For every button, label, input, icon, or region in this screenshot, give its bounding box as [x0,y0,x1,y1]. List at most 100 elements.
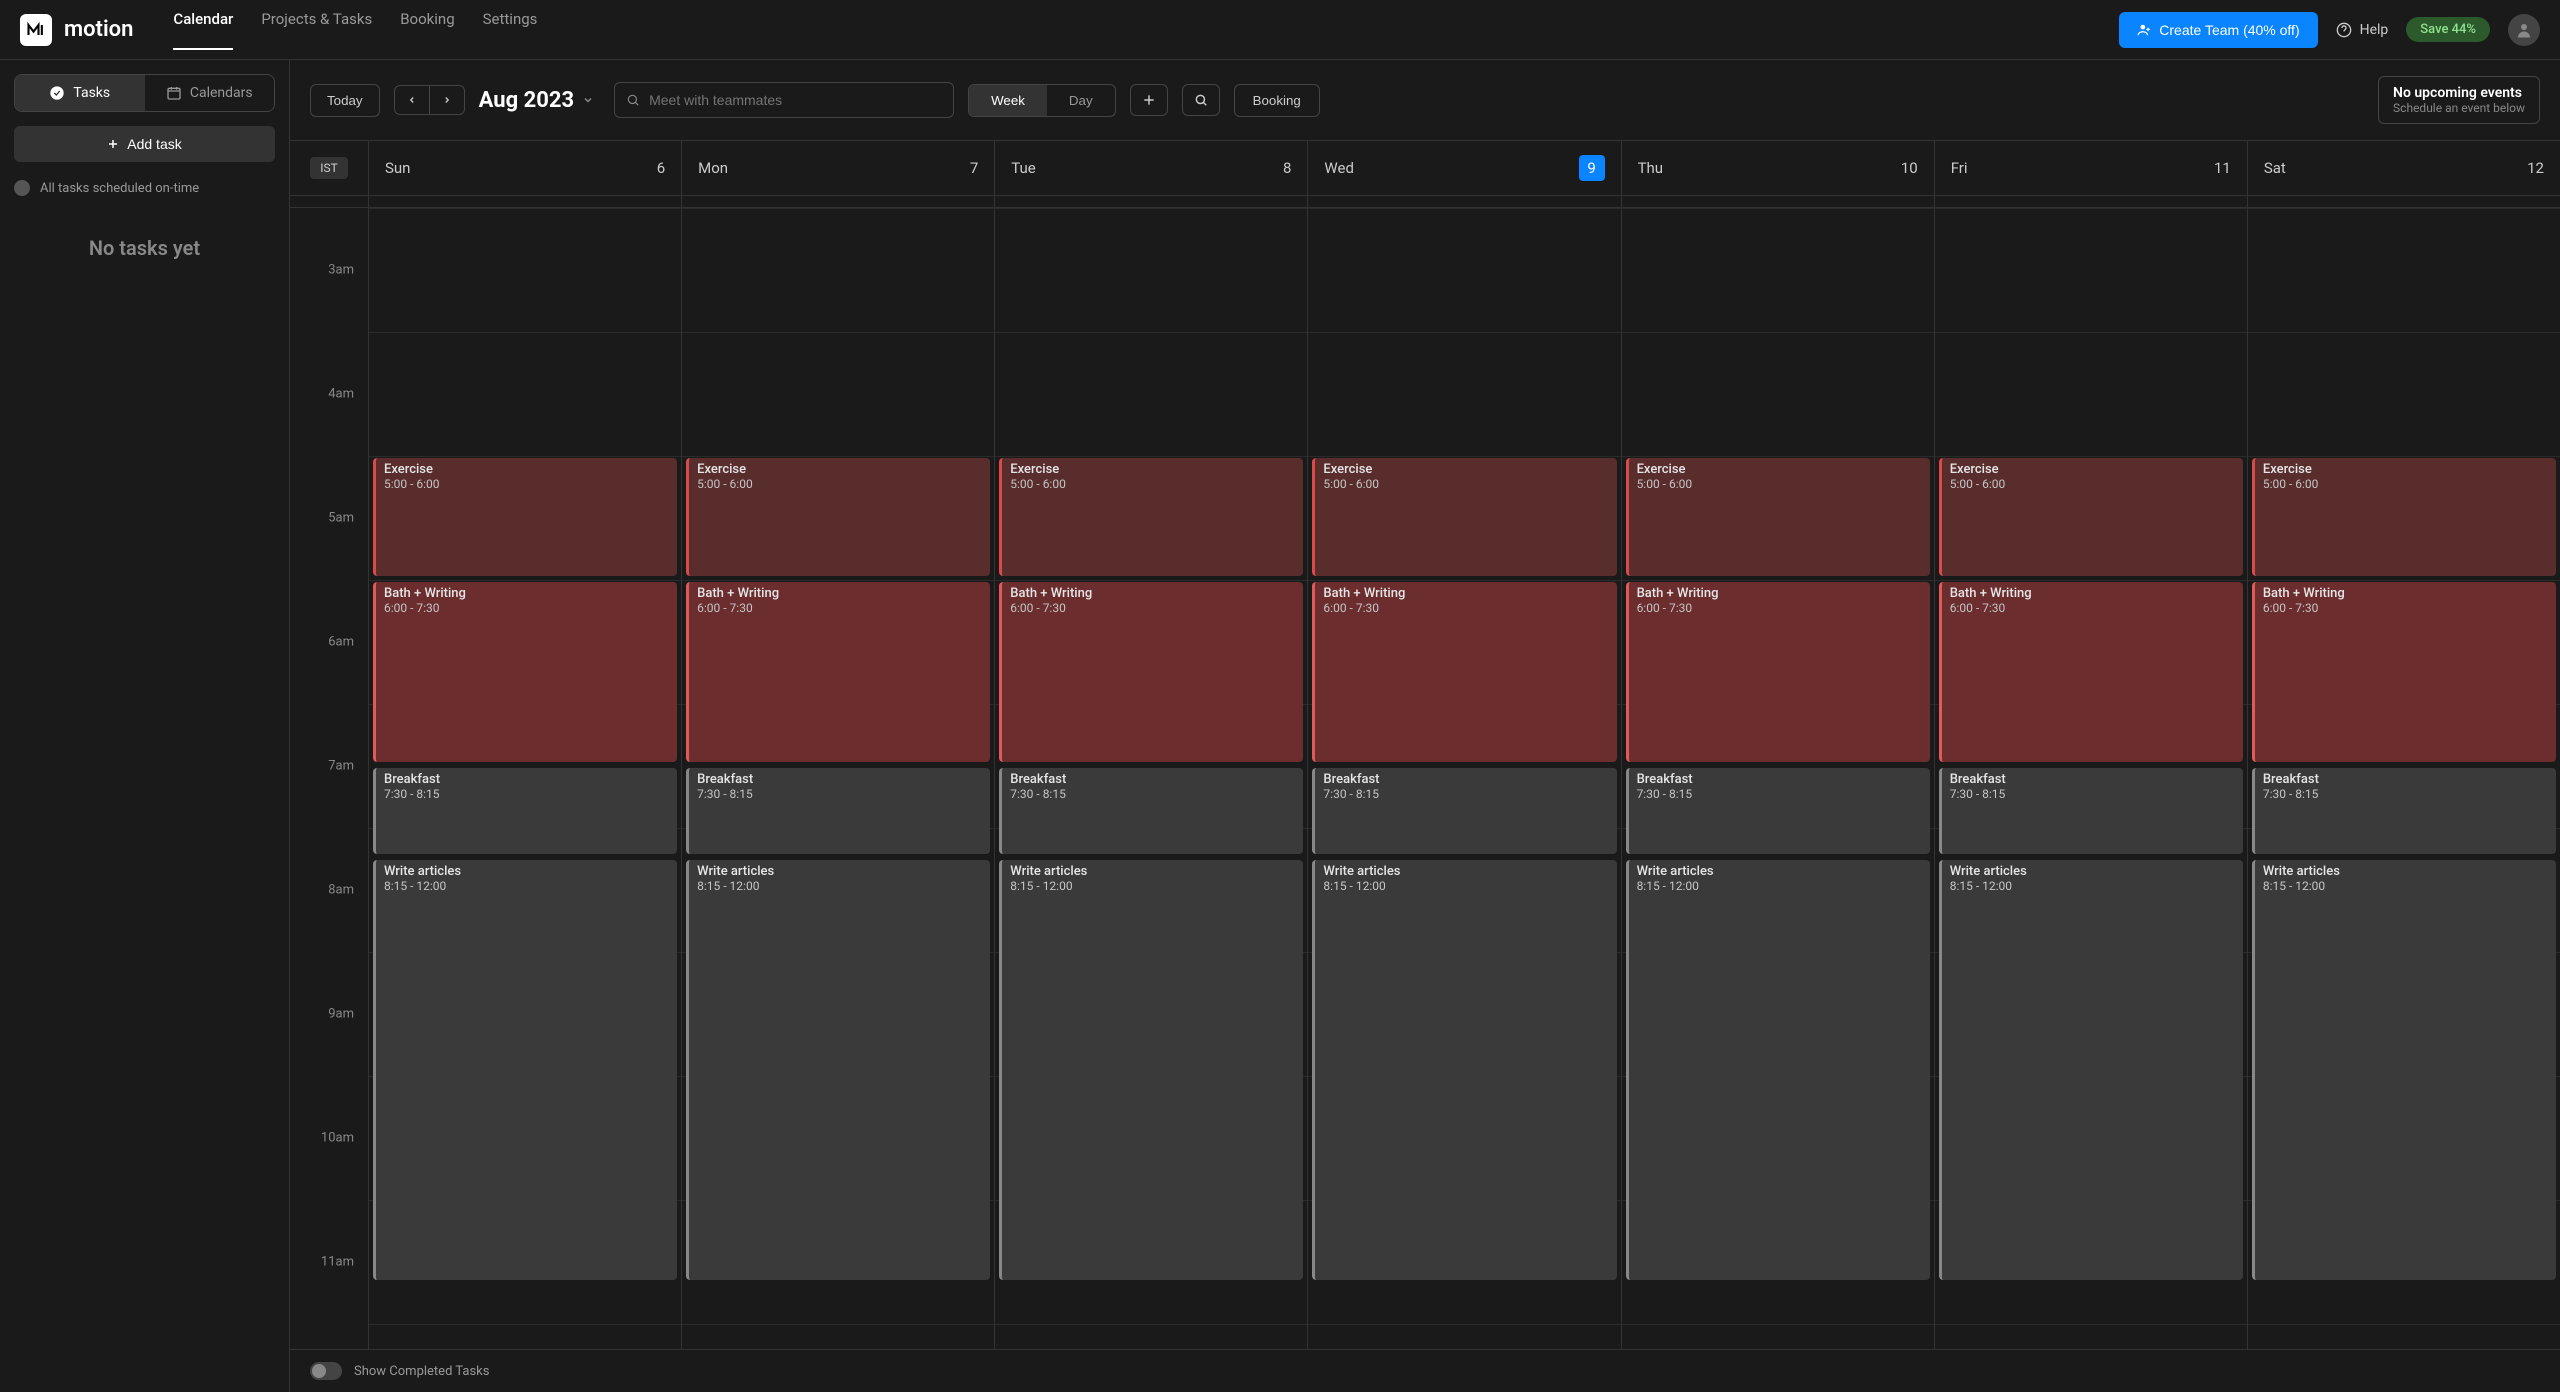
view-week-button[interactable]: Week [969,85,1047,116]
day-number: 8 [1283,159,1291,177]
calendar-event[interactable]: Write articles 8:15 - 12:00 [2252,860,2556,1280]
event-time: 6:00 - 7:30 [1637,601,1922,615]
show-completed-label: Show Completed Tasks [354,1364,489,1379]
event-title: Bath + Writing [1950,586,2235,601]
event-time: 8:15 - 12:00 [697,879,982,893]
calendar-event[interactable]: Breakfast 7:30 - 8:15 [999,768,1303,854]
booking-button[interactable]: Booking [1234,84,1320,117]
event-title: Exercise [1323,462,1608,477]
meet-input[interactable] [614,82,954,118]
calendar-event[interactable]: Write articles 8:15 - 12:00 [1312,860,1616,1280]
calendar-event[interactable]: Write articles 8:15 - 12:00 [1626,860,1930,1280]
hour-label: 9am [328,1007,354,1022]
calendar-event[interactable]: Breakfast 7:30 - 8:15 [1939,768,2243,854]
brand-name: motion [64,17,133,42]
create-team-button[interactable]: Create Team (40% off) [2119,12,2317,48]
upcoming-events-panel: No upcoming events Schedule an event bel… [2378,76,2540,124]
upcoming-subtitle: Schedule an event below [2393,101,2525,115]
event-title: Bath + Writing [697,586,982,601]
calendar-event[interactable]: Exercise 5:00 - 6:00 [373,458,677,576]
event-time: 6:00 - 7:30 [384,601,669,615]
calendar-event[interactable]: Breakfast 7:30 - 8:15 [1312,768,1616,854]
calendar-event[interactable]: Write articles 8:15 - 12:00 [1939,860,2243,1280]
hour-label: 11am [321,1255,354,1270]
hour-label: 7am [328,759,354,774]
nav-projects[interactable]: Projects & Tasks [261,10,372,50]
prev-week-button[interactable] [395,86,430,114]
day-column[interactable]: Exercise 5:00 - 6:00Bath + Writing 6:00 … [1934,208,2247,1349]
calendar-event[interactable]: Exercise 5:00 - 6:00 [999,458,1303,576]
calendar-event[interactable]: Exercise 5:00 - 6:00 [1939,458,2243,576]
event-time: 5:00 - 6:00 [1323,477,1608,491]
day-column[interactable]: Exercise 5:00 - 6:00Bath + Writing 6:00 … [368,208,681,1349]
day-column[interactable]: Exercise 5:00 - 6:00Bath + Writing 6:00 … [994,208,1307,1349]
event-time: 5:00 - 6:00 [1010,477,1295,491]
view-day-button[interactable]: Day [1047,85,1115,116]
today-button[interactable]: Today [310,84,380,117]
next-week-button[interactable] [430,86,464,114]
event-title: Write articles [1950,864,2235,879]
timezone-badge[interactable]: IST [310,157,348,179]
day-number: 12 [2527,159,2544,177]
nav-calendar[interactable]: Calendar [173,10,233,50]
calendar-event[interactable]: Write articles 8:15 - 12:00 [373,860,677,1280]
search-button[interactable] [1182,84,1220,116]
day-name: Thu [1638,159,1663,177]
nav-booking[interactable]: Booking [400,10,454,50]
sidebar-tab-calendars[interactable]: Calendars [145,75,275,111]
event-title: Write articles [2263,864,2548,879]
no-tasks-message: No tasks yet [14,236,275,260]
add-event-button[interactable] [1130,84,1168,116]
event-time: 7:30 - 8:15 [1950,787,2235,801]
date-picker[interactable]: Aug 2023 [479,88,595,113]
calendar-event[interactable]: Exercise 5:00 - 6:00 [686,458,990,576]
calendar-event[interactable]: Breakfast 7:30 - 8:15 [373,768,677,854]
day-column[interactable]: Exercise 5:00 - 6:00Bath + Writing 6:00 … [1621,208,1934,1349]
event-time: 6:00 - 7:30 [1950,601,2235,615]
event-title: Breakfast [2263,772,2548,787]
calendar-event[interactable]: Breakfast 7:30 - 8:15 [1626,768,1930,854]
day-header: Sat 12 [2247,141,2560,195]
event-title: Exercise [1010,462,1295,477]
help-link[interactable]: Help [2336,22,2389,38]
calendar-event[interactable]: Write articles 8:15 - 12:00 [999,860,1303,1280]
day-column[interactable]: Exercise 5:00 - 6:00Bath + Writing 6:00 … [2247,208,2560,1349]
calendar-event[interactable]: Bath + Writing 6:00 - 7:30 [999,582,1303,762]
calendar-event[interactable]: Exercise 5:00 - 6:00 [1312,458,1616,576]
hour-label: 4am [328,387,354,402]
day-column[interactable]: Exercise 5:00 - 6:00Bath + Writing 6:00 … [1307,208,1620,1349]
plus-icon [107,138,119,150]
calendar-event[interactable]: Exercise 5:00 - 6:00 [2252,458,2556,576]
calendar-event[interactable]: Bath + Writing 6:00 - 7:30 [373,582,677,762]
event-title: Bath + Writing [2263,586,2548,601]
nav-settings[interactable]: Settings [483,10,538,50]
day-header: Thu 10 [1621,141,1934,195]
add-task-button[interactable]: Add task [14,126,275,162]
task-status-text: All tasks scheduled on-time [40,181,199,196]
day-number: 10 [1901,159,1918,177]
event-title: Bath + Writing [1637,586,1922,601]
event-title: Write articles [384,864,669,879]
calendar-event[interactable]: Breakfast 7:30 - 8:15 [2252,768,2556,854]
hour-label: 10am [321,1131,354,1146]
help-icon [2336,22,2352,38]
calendar-event[interactable]: Write articles 8:15 - 12:00 [686,860,990,1280]
event-time: 7:30 - 8:15 [1637,787,1922,801]
calendar-event[interactable]: Bath + Writing 6:00 - 7:30 [1626,582,1930,762]
calendar-event[interactable]: Bath + Writing 6:00 - 7:30 [1939,582,2243,762]
status-indicator-icon [14,180,30,196]
calendar-event[interactable]: Bath + Writing 6:00 - 7:30 [686,582,990,762]
calendar-event[interactable]: Bath + Writing 6:00 - 7:30 [1312,582,1616,762]
event-title: Breakfast [1010,772,1295,787]
calendar-event[interactable]: Bath + Writing 6:00 - 7:30 [2252,582,2556,762]
avatar[interactable] [2508,14,2540,46]
day-column[interactable]: Exercise 5:00 - 6:00Bath + Writing 6:00 … [681,208,994,1349]
event-time: 8:15 - 12:00 [1950,879,2235,893]
show-completed-toggle[interactable] [310,1362,342,1380]
sidebar-tab-tasks[interactable]: Tasks [15,75,145,111]
event-time: 7:30 - 8:15 [1010,787,1295,801]
calendar-event[interactable]: Exercise 5:00 - 6:00 [1626,458,1930,576]
calendar-event[interactable]: Breakfast 7:30 - 8:15 [686,768,990,854]
save-badge[interactable]: Save 44% [2406,17,2490,42]
event-title: Bath + Writing [384,586,669,601]
